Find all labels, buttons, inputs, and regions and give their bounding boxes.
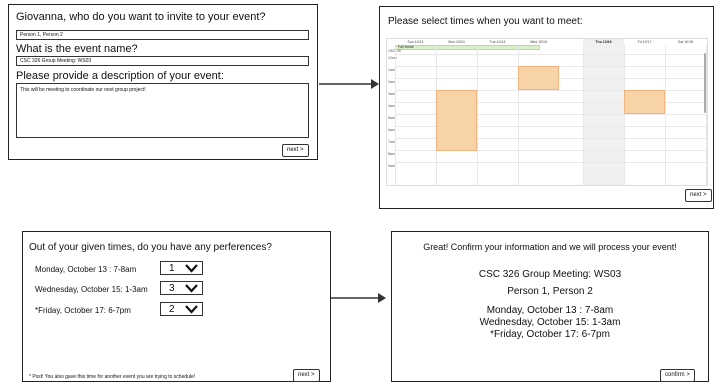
- summary-time: Wednesday, October 15: 1-3am: [479, 317, 621, 328]
- day-header-mon: Mon 10/13: [448, 40, 465, 44]
- summary-time: *Friday, October 17: 6-7pm: [490, 329, 610, 340]
- pref-label: Monday, October 13 : 7-8am: [35, 265, 137, 274]
- next-button[interactable]: next >: [282, 144, 309, 157]
- priority-dropdown[interactable]: 2: [160, 302, 203, 316]
- day-column-divider: [395, 45, 396, 185]
- name-question: What is the event name?: [16, 43, 138, 55]
- next-button[interactable]: next >: [293, 369, 320, 382]
- day-header-wed: Wed 10/15: [530, 40, 547, 44]
- day-column-divider: [583, 45, 584, 185]
- invite-field[interactable]: Person 1, Person 2: [16, 30, 309, 40]
- selected-slot[interactable]: [436, 90, 477, 151]
- calendar-grid[interactable]: Sun 10/12 Mon 10/13 Tue 10/14 Wed 10/15 …: [386, 38, 708, 186]
- arrow-right-icon: [319, 79, 379, 89]
- day-column-divider: [665, 45, 666, 185]
- time-row[interactable]: [395, 162, 707, 174]
- time-selection-panel: Please select times when you want to mee…: [379, 6, 714, 209]
- chevron-down-icon: [185, 264, 198, 273]
- calendar-scrollbar[interactable]: [704, 53, 706, 113]
- pref-label: Wednesday, October 15: 1-3am: [35, 285, 148, 294]
- priority-dropdown[interactable]: 3: [160, 281, 203, 295]
- event-name-field[interactable]: CSC 326 Group Meeting: WS03: [16, 56, 309, 66]
- preferences-title: Out of your given times, do you have any…: [29, 242, 272, 253]
- priority-value: 3: [169, 283, 175, 294]
- time-label: 7am: [388, 140, 395, 144]
- schedule-conflict-footnote: * Psst! You also gave this time for anot…: [29, 374, 196, 380]
- day-header-sun: Sun 10/12: [407, 40, 424, 44]
- priority-dropdown[interactable]: 1: [160, 261, 203, 275]
- day-header-tue: Tue 10/14: [489, 40, 506, 44]
- time-row[interactable]: [395, 150, 707, 162]
- day-header-thu: Thu 10/16: [595, 40, 612, 44]
- day-column-divider: [624, 45, 625, 185]
- time-label: 5am: [388, 116, 395, 120]
- next-button[interactable]: next >: [685, 189, 712, 202]
- day-column-divider: [706, 45, 707, 185]
- time-label: 2am: [388, 80, 395, 84]
- time-row[interactable]: [395, 54, 707, 66]
- day-column-divider: [477, 45, 478, 185]
- invite-question: Giovanna, who do you want to invite to y…: [16, 11, 266, 23]
- day-header-sat: Sat 10/18: [678, 40, 693, 44]
- summary-time: Monday, October 13 : 7-8am: [486, 305, 614, 316]
- chevron-down-icon: [185, 305, 198, 314]
- time-label: 4am: [388, 104, 395, 108]
- selected-slot[interactable]: [518, 66, 559, 90]
- description-question: Please provide a description of your eve…: [16, 70, 224, 82]
- time-label: 1am: [388, 68, 395, 72]
- priority-value: 1: [169, 263, 175, 274]
- preferences-panel: Out of your given times, do you have any…: [22, 231, 331, 382]
- confirmation-panel: Great! Confirm your information and we w…: [391, 231, 709, 382]
- summary-invitees: Person 1, Person 2: [507, 286, 593, 297]
- arrow-right-icon: [331, 293, 386, 303]
- time-label: 9am: [388, 164, 395, 168]
- description-textarea[interactable]: This will be meeting to coordinate our n…: [16, 83, 309, 138]
- event-details-panel: Giovanna, who do you want to invite to y…: [8, 4, 318, 160]
- time-label: 3am: [388, 92, 395, 96]
- calendar-title: Please select times when you want to mee…: [388, 16, 583, 27]
- chevron-down-icon: [185, 284, 198, 293]
- summary-event-name: CSC 326 Group Meeting: WS03: [478, 269, 622, 280]
- time-label: 6am: [388, 128, 395, 132]
- priority-value: 2: [169, 304, 175, 315]
- selected-slot[interactable]: [624, 90, 665, 114]
- time-label: 8am: [388, 152, 395, 156]
- confirm-button[interactable]: confirm >: [660, 369, 695, 382]
- pref-label: *Friday, October 17: 6-7pm: [35, 306, 131, 315]
- day-header-fri: Fri 10/17: [637, 40, 652, 44]
- confirmation-title: Great! Confirm your information and we w…: [423, 242, 677, 252]
